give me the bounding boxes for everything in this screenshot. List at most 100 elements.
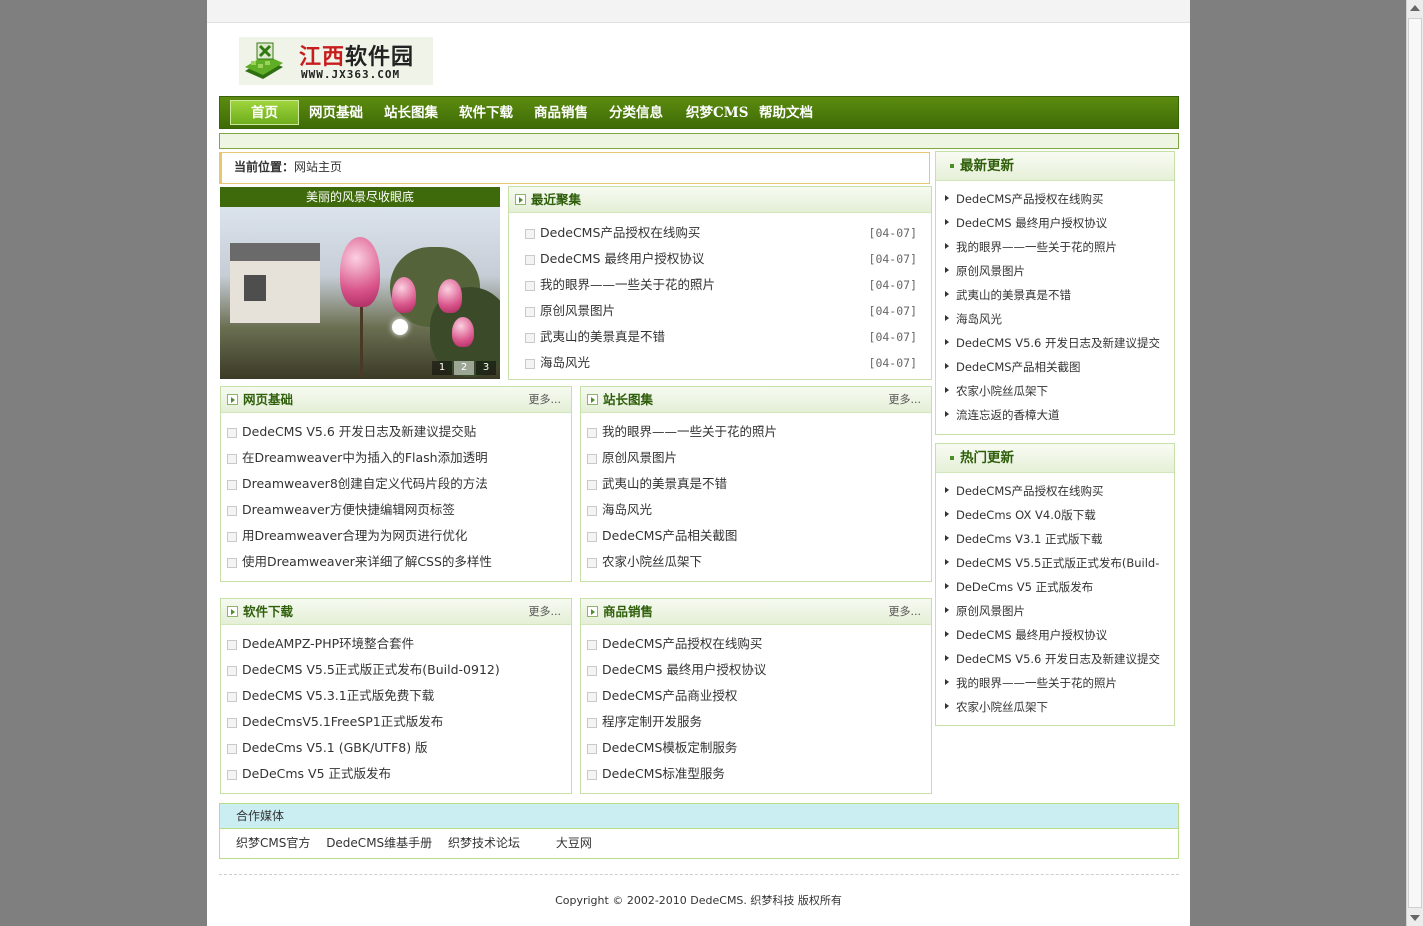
list-item[interactable]: 农家小院丝瓜架下 (587, 549, 931, 575)
list-item[interactable]: DedeCMS产品授权在线购买 (944, 479, 1174, 503)
list-item-link[interactable]: 海岛风光 (540, 355, 590, 370)
list-item[interactable]: DedeCMS产品授权在线购买 (587, 631, 931, 657)
list-item[interactable]: DedeCMS V5.5正式版正式发布(Build- (944, 551, 1174, 575)
list-item[interactable]: 海岛风光 [04-07] (525, 350, 931, 376)
partner-link[interactable]: DedeCMS维基手册 (326, 836, 432, 850)
slideshow[interactable]: 美丽的风景尽收眼底 123 (220, 187, 500, 379)
breadcrumb-home[interactable]: 网站主页 (294, 160, 342, 174)
list-item[interactable]: 武夷山的美景真是不错 (944, 283, 1174, 307)
list-item[interactable]: Dreamweaver8创建自定义代码片段的方法 (227, 471, 571, 497)
list-item[interactable]: DedeCMS V5.3.1正式版免费下载 (227, 683, 571, 709)
site-logo[interactable]: 江西软件园 WWW.JX363.COM (239, 37, 433, 85)
list-item[interactable]: DedeCMS V5.6 开发日志及新建议提交 (944, 647, 1174, 671)
list-item[interactable]: DedeAMPZ-PHP环境整合套件 (227, 631, 571, 657)
list-item-link[interactable]: DedeCMS产品授权在线购买 (540, 225, 700, 240)
list-item[interactable]: 我的眼界——一些关于花的照片 (944, 235, 1174, 259)
list-item-date: [04-07] (868, 278, 917, 292)
list-item[interactable]: 流连忘返的香樟大道 (944, 403, 1174, 427)
hot-panel: 热门更新 DedeCMS产品授权在线购买 DedeCms OX V4.0版下载 … (935, 443, 1175, 726)
list-item[interactable]: 农家小院丝瓜架下 (944, 695, 1174, 719)
more-link[interactable]: 更多... (529, 387, 562, 413)
list-item[interactable]: DedeCMS标准型服务 (587, 761, 931, 787)
list-item[interactable]: DedeCmsV5.1FreeSP1正式版发布 (227, 709, 571, 735)
list-item[interactable]: DedeCMS产品商业授权 (587, 683, 931, 709)
nav-classifieds[interactable]: 分类信息 (609, 101, 663, 126)
slideshow-image[interactable]: 123 (220, 207, 500, 379)
list-item[interactable]: 我的眼界——一些关于花的照片 (587, 419, 931, 445)
nav-web-basics[interactable]: 网页基础 (309, 101, 363, 126)
list-item[interactable]: DedeCms V3.1 正式版下载 (944, 527, 1174, 551)
list-item[interactable]: 武夷山的美景真是不错 (587, 471, 931, 497)
list-item[interactable]: 海岛风光 (587, 497, 931, 523)
scroll-thumb[interactable] (1408, 18, 1422, 908)
list-item[interactable]: 用Dreamweaver合理为为网页进行优化 (227, 523, 571, 549)
list-item[interactable]: DedeCms V5.1 (GBK/UTF8) 版 (227, 735, 571, 761)
lamp-shape (392, 319, 408, 335)
list-item[interactable]: 农家小院丝瓜架下 (944, 379, 1174, 403)
scroll-down-icon[interactable] (1410, 915, 1420, 921)
nav-help[interactable]: 帮助文档 (759, 101, 813, 126)
list-item[interactable]: 原创风景图片 (944, 259, 1174, 283)
hot-title: 热门更新 (960, 450, 1014, 466)
list-item[interactable]: DedeCMS 最终用户授权协议 [04-07] (525, 246, 931, 272)
list-item-link[interactable]: 原创风景图片 (540, 303, 615, 318)
nav-gallery[interactable]: 站长图集 (384, 101, 438, 126)
list-item[interactable]: DedeCMS产品相关截图 (944, 355, 1174, 379)
partner-media: 合作媒体 织梦CMS官方 DedeCMS维基手册 织梦技术论坛 大豆网 (219, 803, 1179, 859)
list-item[interactable]: DedeCMS 最终用户授权协议 (944, 211, 1174, 235)
list-item-link[interactable]: 武夷山的美景真是不错 (540, 329, 665, 344)
list-item[interactable]: DedeCMS 最终用户授权协议 (944, 623, 1174, 647)
list-item[interactable]: 程序定制开发服务 (587, 709, 931, 735)
recent-title: 最近聚集 (531, 192, 582, 207)
latest-header: 最新更新 (936, 152, 1174, 181)
list-item[interactable]: DedeCMS模板定制服务 (587, 735, 931, 761)
nav-home[interactable]: 首页 (230, 100, 299, 125)
list-item[interactable]: DeDeCms V5 正式版发布 (227, 761, 571, 787)
list-item[interactable]: DedeCMS V5.6 开发日志及新建议提交 (944, 331, 1174, 355)
slide-dot[interactable]: 2 (454, 361, 474, 375)
list-item-link[interactable]: DedeCMS 最终用户授权协议 (540, 251, 704, 266)
partner-link[interactable]: 织梦技术论坛 (448, 836, 520, 850)
list-item[interactable]: DedeCMS产品相关截图 (587, 523, 931, 549)
list-item[interactable]: DedeCms OX V4.0版下载 (944, 503, 1174, 527)
partner-link[interactable]: 大豆网 (556, 836, 592, 850)
arrow-icon (587, 394, 598, 405)
copyright: Copyright © 2002-2010 DedeCMS. 织梦科技 版权所有 (555, 894, 842, 907)
partner-link[interactable]: 织梦CMS官方 (236, 836, 310, 850)
logo-title-part1: 江西 (299, 44, 346, 70)
slide-dot[interactable]: 1 (432, 361, 452, 375)
list-item[interactable]: DedeCMS产品授权在线购买 [04-07] (525, 220, 931, 246)
section-title: 软件下载 (243, 604, 294, 619)
list-item[interactable]: 原创风景图片 [04-07] (525, 298, 931, 324)
list-item[interactable]: DedeCMS 最终用户授权协议 (587, 657, 931, 683)
list-item[interactable]: 使用Dreamweaver来详细了解CSS的多样性 (227, 549, 571, 575)
list-item[interactable]: DedeCMS产品授权在线购买 (944, 187, 1174, 211)
list-item[interactable]: DedeCMS V5.5正式版正式发布(Build-0912) (227, 657, 571, 683)
list-item-link[interactable]: 我的眼界——一些关于花的照片 (540, 277, 715, 292)
more-link[interactable]: 更多... (529, 599, 562, 625)
nav-products[interactable]: 商品销售 (534, 101, 588, 126)
scroll-up-icon[interactable] (1410, 5, 1420, 11)
list-item[interactable]: Dreamweaver方便快捷编辑网页标签 (227, 497, 571, 523)
list-item[interactable]: 我的眼界——一些关于花的照片 (944, 671, 1174, 695)
list-item-date: [04-07] (868, 356, 917, 370)
breadcrumb: 当前位置：网站主页 (219, 152, 930, 184)
list-item[interactable]: DeDeCms V5 正式版发布 (944, 575, 1174, 599)
list-item[interactable]: 在Dreamweaver中为插入的Flash添加透明 (227, 445, 571, 471)
slide-dot[interactable]: 3 (476, 361, 496, 375)
latest-title: 最新更新 (960, 158, 1014, 174)
list-item[interactable]: 原创风景图片 (944, 599, 1174, 623)
nav-dedecms[interactable]: 织梦CMS (686, 101, 748, 126)
list-item[interactable]: 武夷山的美景真是不错 [04-07] (525, 324, 931, 350)
vertical-scrollbar[interactable] (1406, 0, 1423, 926)
more-link[interactable]: 更多... (889, 387, 922, 413)
list-item[interactable]: 我的眼界——一些关于花的照片 [04-07] (525, 272, 931, 298)
hot-list: DedeCMS产品授权在线购买 DedeCms OX V4.0版下载 DedeC… (936, 473, 1174, 719)
list-item[interactable]: DedeCMS V5.6 开发日志及新建议提交贴 (227, 419, 571, 445)
latest-list: DedeCMS产品授权在线购买 DedeCMS 最终用户授权协议 我的眼界——一… (936, 181, 1174, 427)
nav-software[interactable]: 软件下载 (459, 101, 513, 126)
list-item[interactable]: 原创风景图片 (587, 445, 931, 471)
sub-nav-bar (219, 133, 1179, 149)
more-link[interactable]: 更多... (889, 599, 922, 625)
list-item[interactable]: 海岛风光 (944, 307, 1174, 331)
